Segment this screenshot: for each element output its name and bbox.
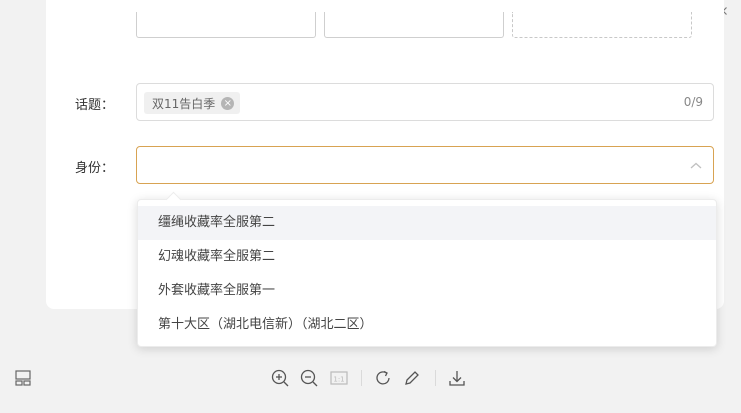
- upload-slot[interactable]: [136, 12, 316, 38]
- dropdown-option[interactable]: 缰绳收藏率全服第二: [138, 206, 716, 240]
- upload-slot[interactable]: [324, 12, 504, 38]
- topic-tag-text: 双11告白季: [152, 96, 216, 111]
- toolbar-divider: [361, 370, 362, 386]
- tag-close-icon[interactable]: ×: [221, 96, 235, 110]
- actual-size-icon[interactable]: 1:1: [328, 367, 350, 389]
- dropdown-option[interactable]: 外套收藏率全服第一: [138, 274, 716, 308]
- zoom-in-icon[interactable]: [269, 367, 291, 389]
- identity-label: 身份：: [75, 161, 115, 176]
- identity-select[interactable]: [136, 146, 714, 184]
- edit-icon[interactable]: [401, 367, 423, 389]
- dropdown-option[interactable]: 幻魂收藏率全服第二: [138, 240, 716, 274]
- actual-size-label: 1:1: [333, 376, 344, 384]
- toolbar-divider: [435, 370, 436, 386]
- topic-label: 话题：: [75, 98, 115, 113]
- topic-field[interactable]: 双11告白季 × 0/9: [136, 83, 714, 121]
- dropdown-option[interactable]: 第十大区（湖北电信新）（湖北二区）: [138, 308, 716, 342]
- rotate-icon[interactable]: [372, 367, 394, 389]
- download-icon[interactable]: [446, 367, 468, 389]
- zoom-out-icon[interactable]: [298, 367, 320, 389]
- layout-icon[interactable]: [12, 367, 34, 389]
- topic-counter: 0/9: [683, 95, 703, 109]
- topic-tag: 双11告白季 ×: [144, 92, 241, 114]
- chevron-up-icon[interactable]: [689, 159, 703, 173]
- add-upload-slot[interactable]: [512, 12, 692, 38]
- identity-dropdown: 缰绳收藏率全服第二 幻魂收藏率全服第二 外套收藏率全服第一 第十大区（湖北电信新…: [137, 191, 717, 347]
